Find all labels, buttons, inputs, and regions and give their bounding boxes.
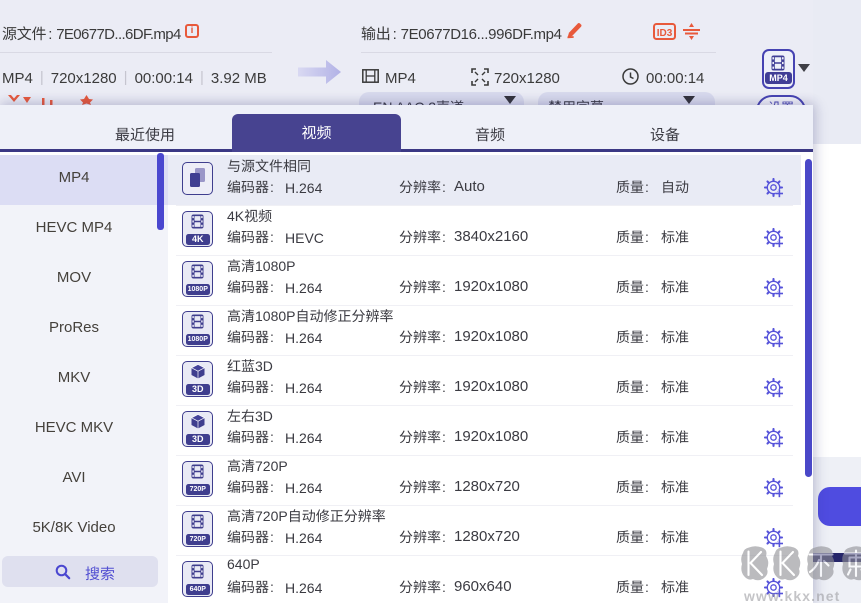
svg-text:ID3: ID3 [657, 28, 673, 39]
svg-text:www.kkx.net: www.kkx.net [743, 588, 840, 603]
